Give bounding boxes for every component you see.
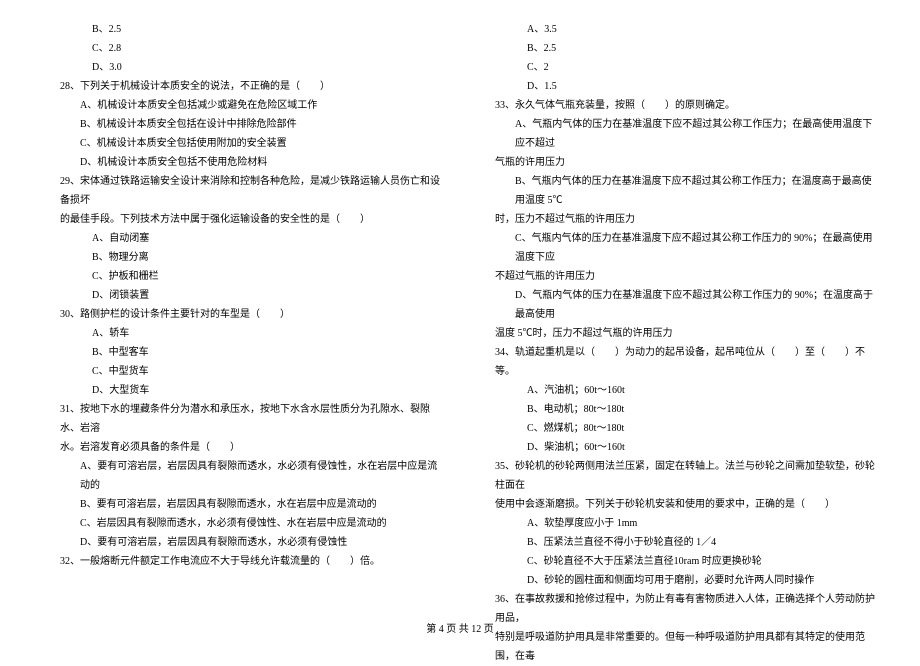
q30-option-d: D、大型货车 [40,381,445,400]
q31-option-c: C、岩层因具有裂隙而透水，水必须有侵蚀性、水在岩层中应是流动的 [40,514,445,533]
q29-option-d: D、闭锁装置 [40,286,445,305]
q33-text: 33、永久气体气瓶充装量，按照（ ）的原则确定。 [475,96,880,115]
q28-option-c: C、机械设计本质安全包括使用附加的安全装置 [40,134,445,153]
q28-text: 28、下列关于机械设计本质安全的说法，不正确的是（ ） [40,77,445,96]
q32-text: 32、一般熔断元件额定工作电流应不大于导线允许载流量的（ ）倍。 [40,552,445,571]
right-column: A、3.5 B、2.5 C、2 D、1.5 33、永久气体气瓶充装量，按照（ ）… [475,20,880,610]
q33-option-b1: B、气瓶内气体的压力在基准温度下应不超过其公称工作压力；在温度高于最高使用温度 … [475,172,880,210]
q35-option-d: D、砂轮的圆柱面和侧面均可用于磨削，必要时允许两人同时操作 [475,571,880,590]
q33-option-a1: A、气瓶内气体的压力在基准温度下应不超过其公称工作压力；在最高使用温度下应不超过 [475,115,880,153]
q35-text-cont: 使用中会逐渐磨损。下列关于砂轮机安装和使用的要求中，正确的是（ ） [475,495,880,514]
q31-option-b: B、要有可溶岩层，岩层因具有裂隙而透水，水在岩层中应是流动的 [40,495,445,514]
q27-option-d: D、3.0 [40,58,445,77]
q35-option-c: C、砂轮直径不大于压紧法兰直径10ram 时应更换砂轮 [475,552,880,571]
q34-option-b: B、电动机；80t～180t [475,400,880,419]
q32-option-a: A、3.5 [475,20,880,39]
q33-option-d1: D、气瓶内气体的压力在基准温度下应不超过其公称工作压力的 90%；在温度高于最高… [475,286,880,324]
q31-option-d: D、要有可溶岩层，岩层因具有裂隙而透水，水必须有侵蚀性 [40,533,445,552]
q35-option-a: A、软垫厚度应小于 1mm [475,514,880,533]
q34-option-c: C、燃煤机；80t～180t [475,419,880,438]
q31-option-a: A、要有可溶岩层，岩层因具有裂隙而透水，水必须有侵蚀性，水在岩层中应是流动的 [40,457,445,495]
q33-option-c2: 不超过气瓶的许用压力 [475,267,880,286]
q33-option-d2: 温度 5℃时，压力不超过气瓶的许用压力 [475,324,880,343]
q28-option-b: B、机械设计本质安全包括在设计中排除危险部件 [40,115,445,134]
page-footer: 第 4 页 共 12 页 [0,620,920,635]
q30-option-c: C、中型货车 [40,362,445,381]
q29-text: 29、宋体通过铁路运输安全设计来消除和控制各种危险，是减少铁路运输人员伤亡和设备… [40,172,445,210]
q35-text: 35、砂轮机的砂轮两侧用法兰压紧，固定在转轴上。法兰与砂轮之间需加垫软垫，砂轮柱… [475,457,880,495]
q33-option-b2: 时，压力不超过气瓶的许用压力 [475,210,880,229]
q32-option-b: B、2.5 [475,39,880,58]
page-container: B、2.5 C、2.8 D、3.0 28、下列关于机械设计本质安全的说法，不正确… [40,20,880,610]
q30-option-b: B、中型客车 [40,343,445,362]
q27-option-c: C、2.8 [40,39,445,58]
q28-option-a: A、机械设计本质安全包括减少或避免在危险区域工作 [40,96,445,115]
left-column: B、2.5 C、2.8 D、3.0 28、下列关于机械设计本质安全的说法，不正确… [40,20,445,610]
q29-text-cont: 的最佳手段。下列技术方法中属于强化运输设备的安全性的是（ ） [40,210,445,229]
q33-option-c1: C、气瓶内气体的压力在基准温度下应不超过其公称工作压力的 90%；在最高使用温度… [475,229,880,267]
q31-text-cont: 水。岩溶发育必须具备的条件是（ ） [40,438,445,457]
q32-option-c: C、2 [475,58,880,77]
q27-option-b: B、2.5 [40,20,445,39]
q34-text: 34、轨道起重机是以（ ）为动力的起吊设备，起吊吨位从（ ）至（ ）不等。 [475,343,880,381]
q28-option-d: D、机械设计本质安全包括不使用危险材料 [40,153,445,172]
q31-text: 31、按地下水的埋藏条件分为潜水和承压水，按地下水含水层性质分为孔隙水、裂隙水、… [40,400,445,438]
q30-text: 30、路侧护栏的设计条件主要针对的车型是（ ） [40,305,445,324]
q29-option-b: B、物理分离 [40,248,445,267]
q29-option-c: C、护板和栅栏 [40,267,445,286]
q35-option-b: B、压紧法兰直径不得小于砂轮直径的 1／4 [475,533,880,552]
q34-option-a: A、汽油机；60t～160t [475,381,880,400]
q34-option-d: D、柴油机；60t～160t [475,438,880,457]
q33-option-a2: 气瓶的许用压力 [475,153,880,172]
q30-option-a: A、轿车 [40,324,445,343]
q29-option-a: A、自动闭塞 [40,229,445,248]
q32-option-d: D、1.5 [475,77,880,96]
